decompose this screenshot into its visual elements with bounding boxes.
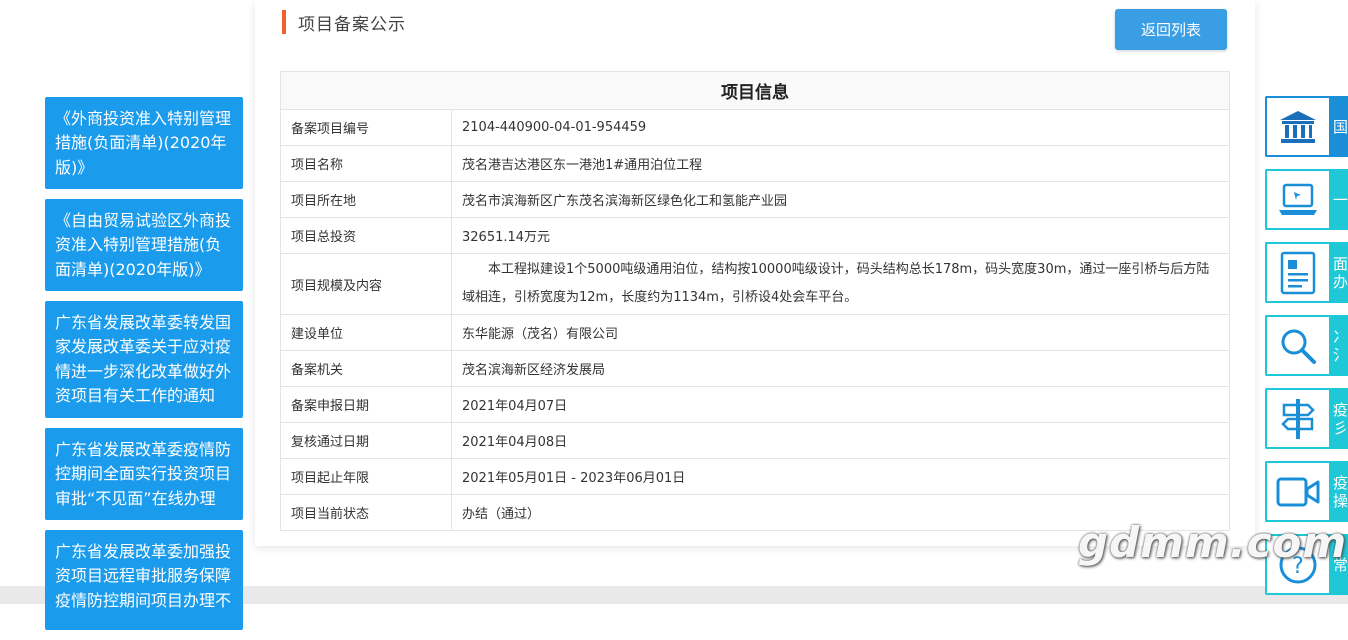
row-label: 项目起止年限 xyxy=(280,458,452,495)
row-label: 备案申报日期 xyxy=(280,386,452,423)
rail-label: 面 xyxy=(1333,254,1348,273)
table-title: 项目信息 xyxy=(280,71,1230,110)
rail-label: 氵 xyxy=(1333,345,1348,364)
row-value: 本工程拟建设1个5000吨级通用泊位，结构按10000吨级设计，码头结构总长17… xyxy=(451,253,1230,315)
rail-item-search[interactable]: 冫 氵 xyxy=(1265,315,1348,376)
rail-item-epidemic-video[interactable]: 疫 操 xyxy=(1265,461,1348,522)
row-value: 茂名滨海新区经济发展局 xyxy=(451,350,1230,387)
rail-item-negative-list[interactable]: 面 办 xyxy=(1265,242,1348,303)
row-value: 32651.14万元 xyxy=(451,217,1230,254)
row-label: 建设单位 xyxy=(280,314,452,351)
page-header: 项目备案公示 xyxy=(282,10,406,35)
row-value: 2104-440900-04-01-954459 xyxy=(451,109,1230,146)
row-value: 茂名港吉达港区东一港池1#通用泊位工程 xyxy=(451,145,1230,182)
search-icon xyxy=(1267,317,1329,374)
table-row: 备案申报日期 2021年04月07日 xyxy=(280,386,1230,423)
table-row: 备案机关 茂名滨海新区经济发展局 xyxy=(280,350,1230,387)
rail-label: 彡 xyxy=(1333,418,1348,437)
table-row: 项目起止年限 2021年05月01日 - 2023年06月01日 xyxy=(280,458,1230,495)
rail-label: 操 xyxy=(1333,491,1348,510)
row-label: 项目所在地 xyxy=(280,181,452,218)
row-label: 项目规模及内容 xyxy=(280,253,452,315)
row-label: 复核通过日期 xyxy=(280,422,452,459)
row-label: 项目总投资 xyxy=(280,217,452,254)
table-row: 备案项目编号 2104-440900-04-01-954459 xyxy=(280,109,1230,146)
row-label: 备案项目编号 xyxy=(280,109,452,146)
video-icon xyxy=(1267,463,1329,520)
notice-link[interactable]: 广东省发展改革委加强投资项目远程审批服务保障疫情防控期间项目办理不 xyxy=(45,530,243,630)
rail-label: 疫 xyxy=(1333,400,1348,419)
table-row: 项目规模及内容 本工程拟建设1个5000吨级通用泊位，结构按10000吨级设计，… xyxy=(280,253,1230,315)
notice-link[interactable]: 《自由贸易试验区外商投资准入特别管理措施(负面清单)(2020年版)》 xyxy=(45,199,243,291)
row-label: 备案机关 xyxy=(280,350,452,387)
back-to-list-button[interactable]: 返回列表 xyxy=(1115,9,1227,50)
site-watermark: gdmm.com xyxy=(1078,518,1348,567)
document-icon xyxy=(1267,244,1329,301)
page-title: 项目备案公示 xyxy=(298,14,406,35)
row-value: 2021年04月08日 xyxy=(451,422,1230,459)
rail-item-national[interactable]: 国 xyxy=(1265,96,1348,157)
rail-label: 办 xyxy=(1333,272,1348,291)
table-row: 项目总投资 32651.14万元 xyxy=(280,217,1230,254)
table-row: 建设单位 东华能源（茂名）有限公司 xyxy=(280,314,1230,351)
table-row: 复核通过日期 2021年04月08日 xyxy=(280,422,1230,459)
main-card: 项目备案公示 返回列表 项目信息 备案项目编号 2104-440900-04-0… xyxy=(255,0,1255,546)
table-row: 项目名称 茂名港吉达港区东一港池1#通用泊位工程 xyxy=(280,145,1230,182)
notice-list: 《外商投资准入特别管理措施(负面清单)(2020年版)》 《自由贸易试验区外商投… xyxy=(45,97,243,640)
notice-link[interactable]: 《外商投资准入特别管理措施(负面清单)(2020年版)》 xyxy=(45,97,243,189)
row-value: 2021年04月07日 xyxy=(451,386,1230,423)
rail-item-online[interactable]: 一 xyxy=(1265,169,1348,230)
notice-link[interactable]: 广东省发展改革委转发国家发展改革委关于应对疫情进一步深化改革做好外资项目有关工作… xyxy=(45,301,243,418)
signpost-icon xyxy=(1267,390,1329,447)
notice-link[interactable]: 广东省发展改革委疫情防控期间全面实行投资项目审批“不见面”在线办理 xyxy=(45,428,243,520)
rail-label: 一 xyxy=(1333,190,1348,209)
rail-label: 疫 xyxy=(1333,473,1348,492)
row-value: 茂名市滨海新区广东茂名滨海新区绿色化工和氢能产业园 xyxy=(451,181,1230,218)
rail-item-epidemic-guide[interactable]: 疫 彡 xyxy=(1265,388,1348,449)
row-value: 东华能源（茂名）有限公司 xyxy=(451,314,1230,351)
rail-label: 国 xyxy=(1333,117,1348,136)
table-row: 项目所在地 茂名市滨海新区广东茂名滨海新区绿色化工和氢能产业园 xyxy=(280,181,1230,218)
table-header-row: 项目信息 xyxy=(280,71,1230,110)
bank-icon xyxy=(1267,98,1329,155)
laptop-icon xyxy=(1267,171,1329,228)
row-label: 项目名称 xyxy=(280,145,452,182)
row-value: 2021年05月01日 - 2023年06月01日 xyxy=(451,458,1230,495)
rail-label: 冫 xyxy=(1333,327,1348,346)
project-info-table: 项目信息 备案项目编号 2104-440900-04-01-954459 项目名… xyxy=(280,71,1230,531)
row-label: 项目当前状态 xyxy=(280,494,452,531)
title-accent-bar xyxy=(282,10,286,34)
